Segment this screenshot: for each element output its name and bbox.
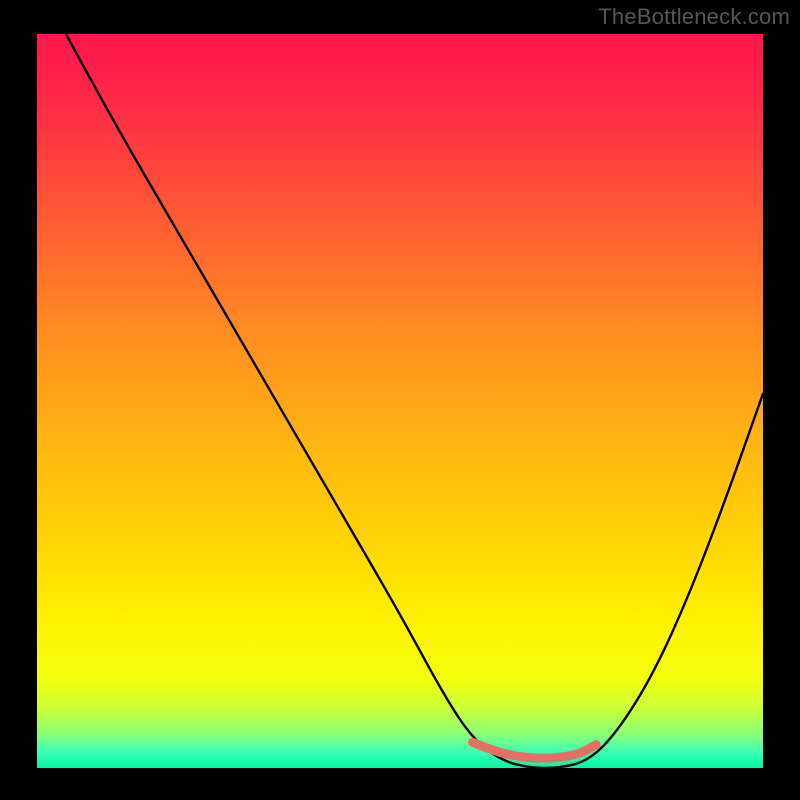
plot-area [37, 34, 763, 768]
chart-frame: TheBottleneck.com [0, 0, 800, 800]
bottleneck-chart [37, 34, 763, 768]
watermark-label: TheBottleneck.com [598, 4, 790, 30]
gradient-background [37, 34, 763, 768]
